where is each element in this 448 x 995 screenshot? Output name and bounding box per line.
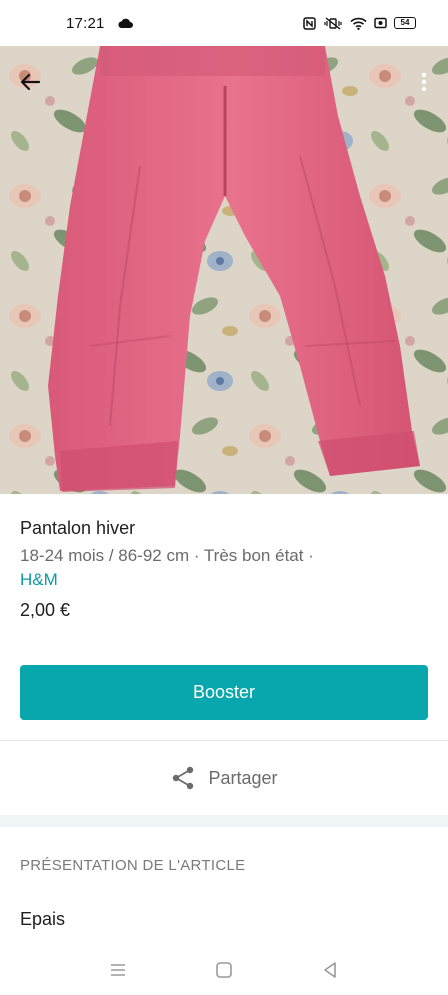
nav-back-button[interactable] — [318, 958, 342, 982]
photo-scene — [0, 46, 448, 494]
nav-menu-button[interactable] — [106, 958, 130, 982]
home-square-icon — [216, 962, 232, 978]
nav-home-button[interactable] — [212, 958, 236, 982]
more-vertical-icon — [421, 72, 427, 92]
booster-button[interactable]: Booster — [20, 665, 428, 720]
share-icon — [173, 766, 194, 790]
share-button[interactable]: Partager — [0, 741, 448, 815]
description-text: Epais — [20, 909, 66, 929]
arrow-left-icon — [20, 73, 41, 91]
menu-icon — [111, 964, 125, 976]
status-time: 17:21 — [66, 14, 105, 32]
section-separator — [0, 815, 448, 827]
item-size-condition: 18-24 mois / 86-92 cm · Très bon état · — [20, 546, 314, 565]
screen-record-icon — [374, 17, 387, 29]
listing-details: Pantalon hiver 18-24 mois / 86-92 cm · T… — [20, 516, 430, 622]
back-button[interactable] — [12, 64, 48, 100]
system-nav-bar — [0, 945, 448, 995]
status-bar: 17:21 54 — [0, 0, 448, 46]
battery-indicator: 54 — [394, 17, 416, 29]
vibrate-mute-icon — [324, 16, 342, 30]
item-price: 2,00 € — [20, 600, 71, 620]
nfc-icon — [303, 16, 316, 30]
status-icons: 54 — [303, 16, 416, 30]
item-brand-link[interactable]: H&M — [20, 568, 430, 592]
more-options-button[interactable] — [414, 64, 434, 100]
share-label: Partager — [208, 767, 278, 788]
wifi-icon — [350, 17, 367, 30]
product-photo[interactable] — [0, 46, 448, 494]
back-triangle-icon — [324, 962, 336, 978]
cloud-icon — [118, 18, 133, 28]
description-heading: PRÉSENTATION DE L'ARTICLE — [20, 857, 246, 874]
item-title: Pantalon hiver — [20, 518, 136, 538]
